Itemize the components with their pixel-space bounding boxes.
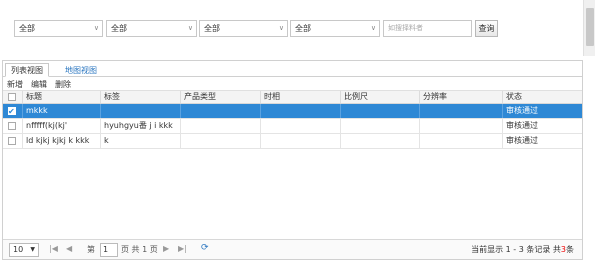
cell-time (261, 134, 341, 148)
filter-select-1[interactable]: 全部 ∨ (14, 20, 103, 37)
data-panel: 列表视图 地图视图 新增 编辑 删除 标题 标签 产品类型 时相 比例尺 分辨率… (2, 60, 583, 260)
pagination-bar: 10 ▼ |◀ ◀ 第 1 页 共 1 页 ▶ ▶| ⟳ 当前显示 1 - 3 … (3, 239, 582, 259)
edit-button[interactable]: 编辑 (31, 79, 47, 90)
table-row[interactable]: mkkk 审核通过 (3, 104, 582, 119)
cell-status: 审核通过 (506, 136, 538, 145)
scrollbar[interactable] (583, 0, 595, 56)
cell-resolution (420, 134, 503, 148)
filter-select-3-value: 全部 (204, 24, 220, 33)
chevron-down-icon: ∨ (93, 24, 99, 32)
filter-select-2-value: 全部 (111, 24, 127, 33)
cell-resolution (420, 119, 503, 133)
first-page-icon[interactable]: |◀ (49, 244, 58, 253)
header-checkbox-cell (3, 91, 23, 103)
cell-tag (101, 104, 181, 118)
cell-time (261, 119, 341, 133)
column-header-resolution[interactable]: 分辨率 (420, 91, 503, 103)
search-input[interactable]: 如搜择料者 (383, 20, 472, 37)
data-grid: 标题 标签 产品类型 时相 比例尺 分辨率 状态 mkkk 审核通过 nffff… (3, 91, 582, 149)
page-size-select[interactable]: 10 ▼ (9, 243, 39, 257)
filter-select-2[interactable]: 全部 ∨ (106, 20, 197, 37)
toolbar: 新增 编辑 删除 (3, 77, 582, 91)
cell-title: nfffff(kj(kj' (23, 119, 101, 133)
chevron-down-icon: ▼ (30, 246, 35, 253)
delete-button[interactable]: 删除 (55, 79, 71, 90)
chevron-down-icon: ∨ (370, 24, 376, 32)
filter-select-4-value: 全部 (295, 24, 311, 33)
cell-product-type (181, 119, 261, 133)
row-checkbox-cell (3, 119, 23, 133)
column-header-product-type[interactable]: 产品类型 (181, 91, 261, 103)
cell-resolution (420, 104, 503, 118)
next-page-icon[interactable]: ▶ (163, 244, 169, 253)
view-tabs: 列表视图 地图视图 (3, 61, 582, 77)
record-info-suffix: 条 (566, 245, 574, 254)
cell-status: 审核通过 (506, 121, 538, 130)
query-button[interactable]: 查询 (475, 20, 498, 37)
cell-scale (341, 104, 420, 118)
column-header-scale[interactable]: 比例尺 (341, 91, 420, 103)
chevron-down-icon: ∨ (187, 24, 193, 32)
page-prefix: 第 (87, 245, 95, 254)
filter-select-1-value: 全部 (19, 24, 35, 33)
prev-page-icon[interactable]: ◀ (66, 244, 72, 253)
filter-select-4[interactable]: 全部 ∨ (290, 20, 380, 37)
table-row[interactable]: nfffff(kj(kj' hyuhgyu番 j i kkk 审核通过 (3, 119, 582, 134)
cell-tag: k (101, 134, 181, 148)
tab-list-view[interactable]: 列表视图 (5, 63, 49, 77)
add-button[interactable]: 新增 (7, 79, 23, 90)
table-header: 标题 标签 产品类型 时相 比例尺 分辨率 状态 (3, 91, 582, 104)
record-info: 当前显示 1 - 3 条记录 共3条 (471, 244, 574, 255)
cell-tag: hyuhgyu番 j i kkk (101, 119, 181, 133)
cell-status: 审核通过 (506, 106, 538, 115)
cell-product-type (181, 104, 261, 118)
record-info-prefix: 当前显示 1 - 3 条记录 共 (471, 245, 561, 254)
filter-select-3[interactable]: 全部 ∨ (199, 20, 288, 37)
page-total-text: 页 共 1 页 (121, 245, 158, 254)
column-header-tag[interactable]: 标签 (101, 91, 181, 103)
refresh-icon[interactable]: ⟳ (201, 243, 209, 253)
column-header-title[interactable]: 标题 (23, 91, 101, 103)
cell-scale (341, 134, 420, 148)
table-row[interactable]: ld kjkj kjkj k kkk k 审核通过 (3, 134, 582, 149)
filter-bar: 全部 ∨ 全部 ∨ 全部 ∨ 全部 ∨ 如搜择料者 查询 (0, 0, 603, 56)
row-checkbox[interactable] (8, 122, 16, 130)
column-header-status[interactable]: 状态 (503, 91, 584, 103)
cell-time (261, 104, 341, 118)
row-checkbox-cell (3, 104, 23, 118)
select-all-checkbox[interactable] (8, 93, 16, 101)
row-checkbox[interactable] (8, 137, 16, 145)
tab-map-view[interactable]: 地图视图 (59, 63, 103, 77)
page-number-input[interactable]: 1 (100, 243, 118, 257)
cell-title: ld kjkj kjkj k kkk (23, 134, 101, 148)
last-page-icon[interactable]: ▶| (178, 244, 187, 253)
scrollbar-thumb[interactable] (586, 8, 594, 46)
page-size-value: 10 (13, 245, 24, 254)
cell-product-type (181, 134, 261, 148)
column-header-time[interactable]: 时相 (261, 91, 341, 103)
row-checkbox[interactable] (8, 105, 16, 118)
cell-scale (341, 119, 420, 133)
row-checkbox-cell (3, 134, 23, 148)
chevron-down-icon: ∨ (278, 24, 284, 32)
cell-title: mkkk (23, 104, 101, 118)
